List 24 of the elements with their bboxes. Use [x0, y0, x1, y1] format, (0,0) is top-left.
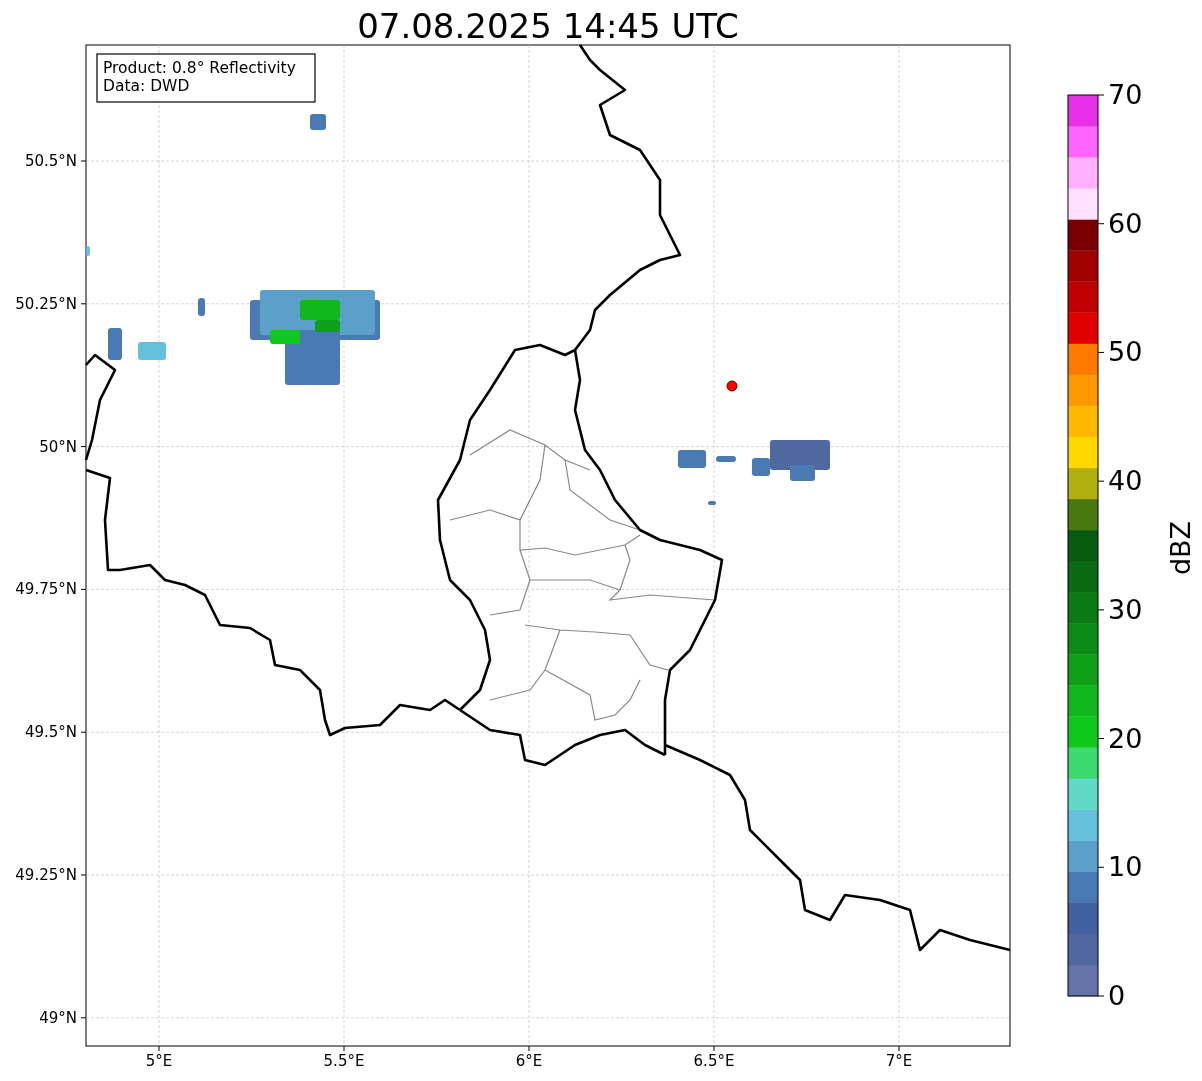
latitude-label: 49.25°N [15, 866, 77, 884]
latitude-label: 49.75°N [15, 580, 77, 599]
colorbar-tick-label: 30 [1108, 593, 1143, 625]
info-text: Product: 0.8° Reflectivity [103, 59, 296, 77]
colorbar-tick-label: 20 [1108, 722, 1143, 754]
latitude-label: 50.5°N [24, 152, 77, 170]
longitude-label: 5.5°E [323, 1052, 365, 1070]
colorbar-tick-label: 50 [1108, 336, 1143, 368]
latitude-label: 50.25°N [15, 294, 77, 313]
colorbar-tick-label: 0 [1108, 980, 1126, 1011]
latitude-label: 50°N [39, 437, 77, 456]
colorbar-label: dBZ [1165, 520, 1196, 576]
colorbar-tick-label: 60 [1108, 207, 1143, 239]
info-text: Data: DWD [103, 77, 190, 95]
colorbar-tick-label: 10 [1108, 851, 1143, 883]
longitude-label: 5°E [145, 1052, 173, 1070]
colorbar-tick-label: 40 [1108, 465, 1143, 497]
longitude-label: 6.5°E [693, 1052, 735, 1070]
colorbar-tick-label: 70 [1108, 79, 1143, 110]
map-title: 07.08.2025 14:45 UTC [357, 6, 739, 46]
latitude-label: 49°N [39, 1008, 77, 1027]
latitude-label: 49.5°N [24, 723, 77, 742]
longitude-label: 7°E [885, 1052, 913, 1070]
longitude-label: 6°E [515, 1052, 543, 1070]
